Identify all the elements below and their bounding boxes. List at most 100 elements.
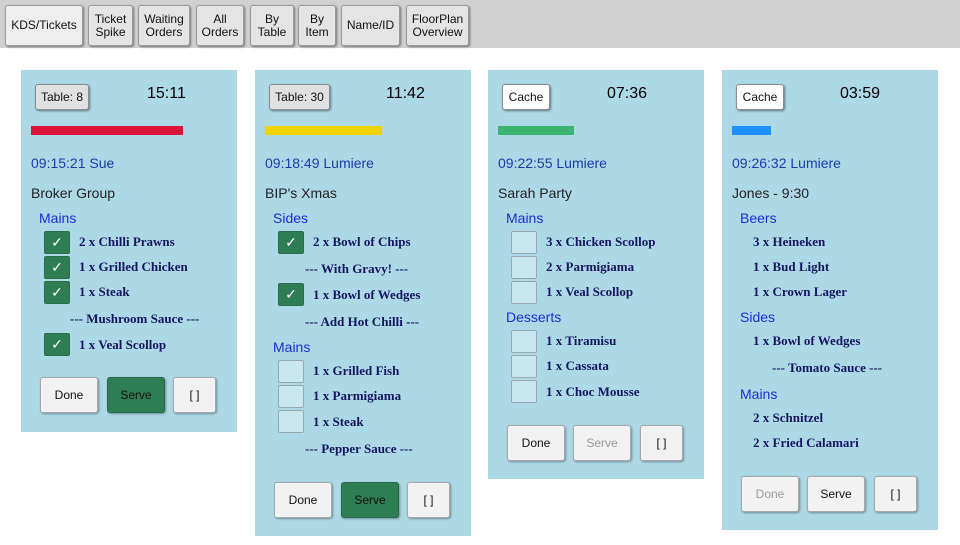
customer-name: BIP's Xmas bbox=[265, 185, 337, 201]
item-checkbox[interactable]: ✓ bbox=[278, 231, 304, 254]
order-item[interactable]: 1 x Cassata bbox=[546, 358, 609, 374]
order-item[interactable]: 1 x Steak bbox=[79, 284, 130, 300]
item-checkbox[interactable]: ✓ bbox=[44, 231, 70, 254]
order-timestamp: 09:18:49 Lumiere bbox=[265, 155, 374, 171]
ticket-card: Cache 03:59 09:26:32 Lumiere Jones - 9:3… bbox=[722, 70, 938, 530]
order-item[interactable]: 1 x Bowl of Wedges bbox=[313, 287, 420, 303]
done-button[interactable]: Done bbox=[507, 425, 565, 461]
order-item[interactable]: 1 x Grilled Chicken bbox=[79, 259, 188, 275]
section-title: Mains bbox=[39, 210, 77, 226]
ticket-timer: 11:42 bbox=[386, 85, 425, 102]
item-checkbox[interactable] bbox=[511, 231, 537, 254]
tab-floorplan-overview[interactable]: FloorPlan Overview bbox=[406, 5, 469, 46]
check-icon: ✓ bbox=[51, 284, 63, 300]
section-title: Sides bbox=[740, 309, 776, 325]
check-icon: ✓ bbox=[51, 234, 63, 250]
bump-button[interactable]: [ ] bbox=[173, 377, 216, 413]
tab-ticket-spike[interactable]: Ticket Spike bbox=[88, 5, 133, 46]
check-icon: ✓ bbox=[51, 336, 63, 352]
table-button[interactable]: Table: 8 bbox=[35, 84, 89, 110]
section-title: Mains bbox=[273, 339, 311, 355]
serve-button[interactable]: Serve bbox=[107, 377, 165, 413]
tab-by-item[interactable]: By Item bbox=[298, 5, 336, 46]
ticket-timer: 03:59 bbox=[840, 85, 881, 102]
order-item[interactable]: 2 x Bowl of Chips bbox=[313, 234, 411, 250]
item-checkbox[interactable] bbox=[511, 330, 537, 353]
bump-button[interactable]: [ ] bbox=[407, 482, 450, 518]
order-timestamp: 09:22:55 Lumiere bbox=[498, 155, 607, 171]
customer-name: Sarah Party bbox=[498, 185, 572, 201]
ticket-age-bar bbox=[31, 126, 183, 135]
ticket-timer: 15:11 bbox=[147, 85, 186, 102]
item-checkbox[interactable] bbox=[278, 410, 304, 433]
bump-button[interactable]: [ ] bbox=[874, 476, 917, 512]
item-modifier: --- Pepper Sauce --- bbox=[305, 441, 413, 456]
ticket-age-bar bbox=[265, 126, 382, 135]
section-title: Mains bbox=[506, 210, 544, 226]
table-button[interactable]: Table: 30 bbox=[269, 84, 330, 110]
ticket-card: Table: 30 11:42 09:18:49 Lumiere BIP's X… bbox=[255, 70, 471, 536]
order-item[interactable]: 1 x Choc Mousse bbox=[546, 384, 640, 400]
item-modifier: --- Mushroom Sauce --- bbox=[70, 311, 200, 326]
section-title: Mains bbox=[740, 386, 778, 402]
order-item[interactable]: 2 x Parmigiama bbox=[546, 259, 634, 275]
order-item[interactable]: 1 x Crown Lager bbox=[753, 284, 847, 300]
order-item[interactable]: 3 x Heineken bbox=[753, 234, 825, 250]
ticket-age-bar bbox=[732, 126, 771, 135]
item-checkbox[interactable] bbox=[278, 360, 304, 383]
ticket-card: Table: 8 15:11 09:15:21 Sue Broker Group… bbox=[21, 70, 237, 432]
ticket-age-bar bbox=[498, 126, 574, 135]
order-item[interactable]: 1 x Bowl of Wedges bbox=[753, 333, 860, 349]
item-checkbox[interactable]: ✓ bbox=[44, 281, 70, 304]
serve-button[interactable]: Serve bbox=[573, 425, 631, 461]
ticket-card: Cache 07:36 09:22:55 Lumiere Sarah Party… bbox=[488, 70, 704, 479]
cache-button[interactable]: Cache bbox=[736, 84, 784, 110]
cache-button[interactable]: Cache bbox=[502, 84, 550, 110]
item-checkbox[interactable] bbox=[511, 380, 537, 403]
item-checkbox[interactable] bbox=[511, 281, 537, 304]
order-item[interactable]: 2 x Chilli Prawns bbox=[79, 234, 175, 250]
section-title: Desserts bbox=[506, 309, 562, 325]
order-item[interactable]: 1 x Veal Scollop bbox=[546, 284, 633, 300]
item-modifier: --- With Gravy! --- bbox=[305, 261, 409, 276]
check-icon: ✓ bbox=[285, 234, 297, 250]
section-title: Beers bbox=[740, 210, 777, 226]
customer-name: Jones - 9:30 bbox=[732, 185, 810, 201]
done-button[interactable]: Done bbox=[274, 482, 332, 518]
order-timestamp: 09:15:21 Sue bbox=[31, 155, 115, 171]
ticket-timer: 07:36 bbox=[607, 85, 648, 102]
item-checkbox[interactable] bbox=[511, 355, 537, 378]
tab-all-orders[interactable]: All Orders bbox=[196, 5, 244, 46]
item-checkbox[interactable] bbox=[511, 256, 537, 279]
item-modifier: --- Add Hot Chilli --- bbox=[305, 314, 420, 329]
tab-by-table[interactable]: By Table bbox=[250, 5, 294, 46]
top-nav-bar: KDS/Tickets Ticket Spike Waiting Orders … bbox=[0, 0, 960, 48]
section-title: Sides bbox=[273, 210, 309, 226]
tab-name-id[interactable]: Name/ID bbox=[341, 5, 400, 46]
item-checkbox[interactable]: ✓ bbox=[278, 283, 304, 306]
serve-button[interactable]: Serve bbox=[807, 476, 865, 512]
done-button[interactable]: Done bbox=[40, 377, 98, 413]
check-icon: ✓ bbox=[51, 259, 63, 275]
order-item[interactable]: 2 x Fried Calamari bbox=[753, 435, 859, 451]
tab-waiting-orders[interactable]: Waiting Orders bbox=[138, 5, 190, 46]
check-icon: ✓ bbox=[285, 286, 297, 302]
item-modifier: --- Tomato Sauce --- bbox=[772, 360, 883, 375]
serve-button[interactable]: Serve bbox=[341, 482, 399, 518]
order-item[interactable]: 3 x Chicken Scollop bbox=[546, 234, 655, 250]
bump-button[interactable]: [ ] bbox=[640, 425, 683, 461]
tab-kds-tickets[interactable]: KDS/Tickets bbox=[5, 5, 83, 46]
order-item[interactable]: 1 x Veal Scollop bbox=[79, 337, 166, 353]
order-item[interactable]: 1 x Tiramisu bbox=[546, 333, 616, 349]
order-timestamp: 09:26:32 Lumiere bbox=[732, 155, 841, 171]
item-checkbox[interactable]: ✓ bbox=[44, 256, 70, 279]
item-checkbox[interactable] bbox=[278, 385, 304, 408]
order-item[interactable]: 1 x Bud Light bbox=[753, 259, 829, 275]
order-item[interactable]: 1 x Parmigiama bbox=[313, 388, 401, 404]
order-item[interactable]: 2 x Schnitzel bbox=[753, 410, 823, 426]
order-item[interactable]: 1 x Steak bbox=[313, 414, 364, 430]
order-item[interactable]: 1 x Grilled Fish bbox=[313, 363, 399, 379]
customer-name: Broker Group bbox=[31, 185, 116, 201]
done-button[interactable]: Done bbox=[741, 476, 799, 512]
item-checkbox[interactable]: ✓ bbox=[44, 333, 70, 356]
